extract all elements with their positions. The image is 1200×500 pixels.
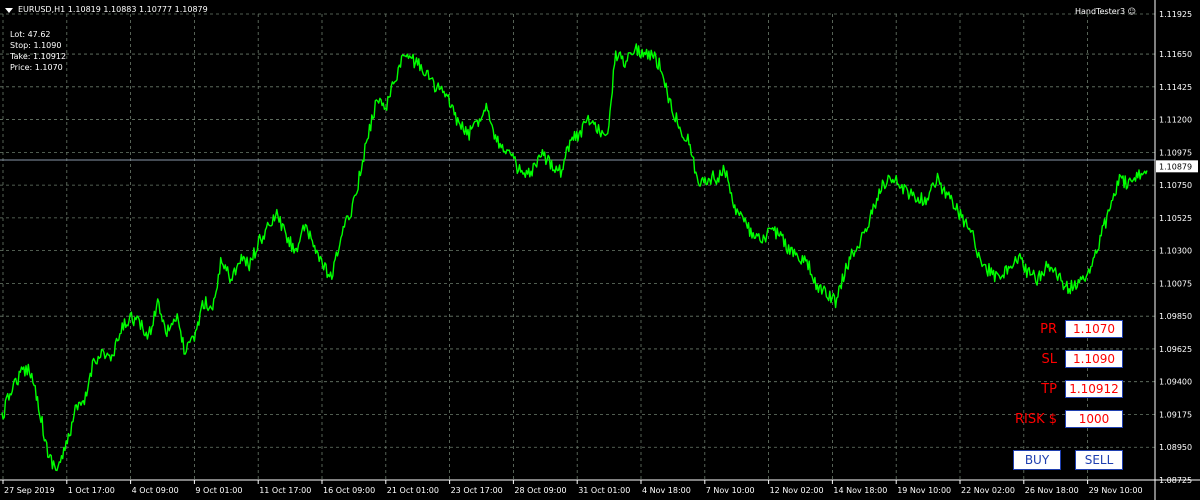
- y-tick-label: 1.10879: [1159, 162, 1192, 171]
- stop-line: Stop: 1.1090: [10, 41, 62, 50]
- price-line-info: Price: 1.1070: [10, 63, 63, 72]
- x-tick-label: 27 Sep 2019: [4, 486, 55, 495]
- y-tick-label: 1.10975: [1159, 148, 1192, 157]
- buy-button[interactable]: BUY: [1013, 450, 1061, 470]
- y-tick-label: 1.10300: [1159, 247, 1192, 256]
- symbol-ohlc-line: EURUSD,H1 1.10819 1.10883 1.10777 1.1087…: [18, 5, 208, 14]
- x-tick-label: 1 Oct 17:00: [68, 486, 115, 495]
- trade-info: Lot: 47.62 Stop: 1.1090 Take: 1.10912 Pr…: [10, 30, 66, 74]
- x-tick-label: 4 Oct 09:00: [132, 486, 179, 495]
- x-tick-label: 31 Oct 01:00: [578, 486, 630, 495]
- x-tick-label: 11 Oct 17:00: [259, 486, 311, 495]
- y-tick-label: 1.10075: [1159, 279, 1192, 288]
- y-tick-label: 1.11200: [1159, 116, 1192, 125]
- x-tick-label: 26 Nov 18:00: [1025, 486, 1079, 495]
- y-tick-label: 1.11425: [1159, 83, 1192, 92]
- y-tick-label: 1.09400: [1159, 378, 1192, 387]
- x-tick-label: 29 Nov 10:00: [1089, 486, 1143, 495]
- x-tick-label: 7 Nov 10:00: [706, 486, 755, 495]
- symbol-menu-icon[interactable]: [5, 8, 13, 13]
- pr-label: PR: [1040, 322, 1057, 337]
- x-tick-label: 16 Oct 09:00: [323, 486, 375, 495]
- price-series-line: [1, 43, 1148, 472]
- sl-input[interactable]: [1065, 350, 1123, 368]
- y-tick-label: 1.11925: [1159, 10, 1192, 19]
- chart-grid: [0, 13, 1155, 481]
- y-tick-label: 1.08950: [1159, 443, 1192, 452]
- x-tick-label: 4 Nov 18:00: [642, 486, 691, 495]
- smiley-icon: ☺: [1127, 7, 1136, 16]
- risk-label: RISK $: [1014, 412, 1057, 427]
- sl-label: SL: [1041, 352, 1058, 367]
- sell-button[interactable]: SELL: [1075, 450, 1123, 470]
- x-tick-label: 22 Nov 02:00: [961, 486, 1015, 495]
- y-tick-label: 1.10750: [1159, 181, 1192, 190]
- x-tick-label: 9 Oct 01:00: [195, 486, 242, 495]
- x-tick-label: 28 Oct 09:00: [514, 486, 566, 495]
- y-tick-label: 1.10525: [1159, 214, 1192, 223]
- take-line: Take: 1.10912: [10, 52, 67, 61]
- y-tick-label: 1.09175: [1159, 410, 1192, 419]
- x-tick-label: 23 Oct 17:00: [451, 486, 503, 495]
- risk-input[interactable]: [1065, 410, 1123, 428]
- tp-input[interactable]: [1065, 380, 1123, 398]
- y-tick-label: 1.09625: [1159, 345, 1192, 354]
- y-tick-label: 1.09850: [1159, 312, 1192, 321]
- x-tick-label: 12 Nov 02:00: [770, 486, 824, 495]
- y-tick-label: 1.11650: [1159, 50, 1192, 59]
- x-tick-label: 21 Oct 01:00: [387, 486, 439, 495]
- lot-line: Lot: 47.62: [10, 30, 51, 39]
- expert-name: HandTester3 ☺: [1074, 7, 1136, 16]
- pr-input[interactable]: [1065, 320, 1123, 338]
- x-tick-label: 19 Nov 10:00: [897, 486, 951, 495]
- tp-label: TP: [1041, 382, 1057, 397]
- x-tick-label: 14 Nov 18:00: [833, 486, 887, 495]
